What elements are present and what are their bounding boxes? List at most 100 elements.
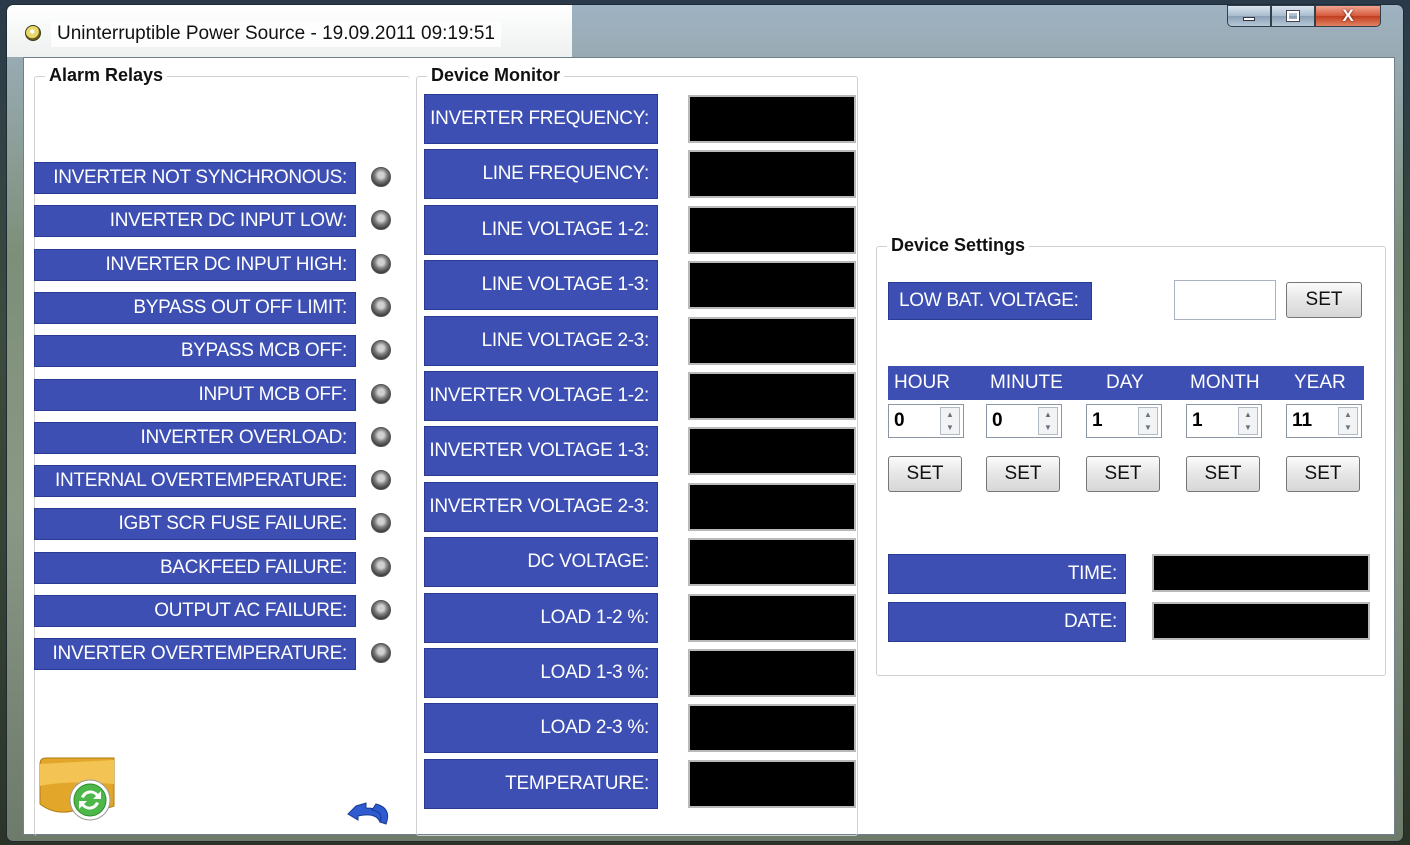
minute-set-button[interactable]: SET [986, 456, 1060, 492]
hour-value[interactable]: 0 [889, 410, 940, 432]
datetime-header: HOUR MINUTE DAY MONTH YEAR [888, 366, 1364, 400]
monitor-label: INVERTER FREQUENCY: [424, 94, 658, 144]
alarm-relay-label: INTERNAL OVERTEMPERATURE: [34, 465, 356, 498]
app-window: Uninterruptible Power Source - 19.09.201… [6, 4, 1404, 842]
spin-arrows[interactable]: ▲ ▼ [1238, 407, 1258, 435]
spin-down-icon[interactable]: ▼ [1244, 423, 1252, 432]
time-label: TIME: [888, 554, 1126, 594]
spin-arrows[interactable]: ▲ ▼ [1338, 407, 1358, 435]
undo-icon[interactable] [346, 800, 396, 828]
alarm-relay-indicator [371, 253, 391, 274]
monitor-value-display [688, 150, 856, 199]
monitor-value-display [688, 538, 856, 587]
monitor-label: INVERTER VOLTAGE 1-3: [424, 426, 658, 477]
app-icon [25, 25, 41, 41]
monitor-value-display [688, 372, 856, 420]
header-day: DAY [1106, 372, 1144, 393]
alarm-relays-title: Alarm Relays [45, 65, 168, 86]
spin-down-icon[interactable]: ▼ [1044, 423, 1052, 432]
monitor-value-display [688, 649, 856, 697]
maximize-icon [1286, 10, 1300, 22]
spin-up-icon[interactable]: ▲ [1344, 410, 1352, 419]
year-set-button[interactable]: SET [1286, 456, 1360, 492]
close-button[interactable]: X [1315, 5, 1381, 27]
alarm-relay-indicator [371, 167, 391, 187]
month-spinner[interactable]: 1 ▲ ▼ [1186, 404, 1262, 438]
spin-down-icon[interactable]: ▼ [1144, 423, 1152, 432]
monitor-label: DC VOLTAGE: [424, 537, 658, 588]
monitor-value-display [688, 205, 856, 254]
alarm-relay-label: INVERTER DC INPUT HIGH: [34, 248, 356, 281]
time-display [1152, 554, 1370, 592]
monitor-label: LINE VOLTAGE 2-3: [424, 315, 658, 366]
spin-arrows[interactable]: ▲ ▼ [1038, 407, 1058, 435]
monitor-value-display [688, 316, 856, 365]
low-bat-set-button[interactable]: SET [1286, 282, 1362, 318]
header-year: YEAR [1294, 372, 1346, 393]
alarm-relay-label: INVERTER DC INPUT LOW: [34, 205, 356, 238]
monitor-label: LOAD 2-3 %: [424, 703, 658, 754]
alarm-relay-indicator [371, 600, 391, 620]
year-value[interactable]: 11 [1287, 410, 1338, 432]
device-monitor-title: Device Monitor [427, 65, 565, 86]
alarm-relay-label: INVERTER NOT SYNCHRONOUS: [34, 162, 356, 194]
alarm-relay-label: BYPASS OUT OFF LIMIT: [34, 291, 356, 324]
monitor-value-display [688, 427, 856, 476]
monitor-label: INVERTER VOLTAGE 1-2: [424, 371, 658, 421]
alarm-relay-label: BYPASS MCB OFF: [34, 335, 356, 368]
header-minute: MINUTE [990, 372, 1063, 393]
day-set-button[interactable]: SET [1086, 456, 1160, 492]
month-set-button[interactable]: SET [1186, 456, 1260, 492]
low-bat-voltage-label: LOW BAT. VOLTAGE: [888, 282, 1092, 320]
alarm-relay-label: INPUT MCB OFF: [34, 378, 356, 411]
day-spinner[interactable]: 1 ▲ ▼ [1086, 404, 1162, 438]
monitor-label: LINE VOLTAGE 1-2: [424, 204, 658, 255]
low-bat-voltage-input[interactable] [1174, 280, 1276, 320]
spin-up-icon[interactable]: ▲ [1044, 410, 1052, 419]
header-month: MONTH [1190, 372, 1260, 393]
minute-spinner[interactable]: 0 ▲ ▼ [986, 404, 1062, 438]
day-value[interactable]: 1 [1087, 410, 1138, 432]
hour-spinner[interactable]: 0 ▲ ▼ [888, 404, 964, 438]
hour-set-button[interactable]: SET [888, 456, 962, 492]
maximize-button[interactable] [1271, 5, 1315, 27]
alarm-relay-indicator [371, 383, 391, 404]
spin-up-icon[interactable]: ▲ [1144, 410, 1152, 419]
spin-up-icon[interactable]: ▲ [946, 410, 954, 419]
alarm-relay-label: INVERTER OVERTEMPERATURE: [34, 638, 356, 671]
monitor-label: LINE VOLTAGE 1-3: [424, 260, 658, 311]
header-hour: HOUR [894, 372, 950, 393]
monitor-value-display [688, 759, 856, 808]
alarm-relay-label: IGBT SCR FUSE FAILURE: [34, 508, 356, 541]
monitor-value-display [688, 261, 856, 310]
refresh-icon[interactable] [38, 756, 118, 826]
minute-value[interactable]: 0 [987, 410, 1038, 432]
window-title: Uninterruptible Power Source - 19.09.201… [51, 21, 501, 47]
alarm-relay-label: BACKFEED FAILURE: [34, 551, 356, 584]
device-settings-title: Device Settings [887, 235, 1030, 256]
window-controls: X [1227, 5, 1381, 27]
monitor-label: LOAD 1-3 %: [424, 648, 658, 698]
monitor-value-display [688, 482, 856, 531]
spin-arrows[interactable]: ▲ ▼ [1138, 407, 1158, 435]
date-label: DATE: [888, 602, 1126, 642]
monitor-value-display [688, 704, 856, 753]
spin-down-icon[interactable]: ▼ [1344, 423, 1352, 432]
alarm-relay-label: INVERTER OVERLOAD: [34, 421, 356, 454]
minimize-icon [1243, 17, 1255, 21]
monitor-value-display [688, 593, 856, 642]
month-value[interactable]: 1 [1187, 410, 1238, 432]
alarm-relay-indicator [371, 296, 391, 317]
monitor-label: INVERTER VOLTAGE 2-3: [424, 481, 658, 532]
title-bar[interactable]: Uninterruptible Power Source - 19.09.201… [7, 5, 1403, 57]
client-area: Alarm Relays Device Monitor Device Setti… [23, 57, 1395, 836]
spin-down-icon[interactable]: ▼ [946, 423, 954, 432]
spin-arrows[interactable]: ▲ ▼ [940, 407, 960, 435]
year-spinner[interactable]: 11 ▲ ▼ [1286, 404, 1362, 438]
alarm-relay-label: OUTPUT AC FAILURE: [34, 595, 356, 627]
monitor-label: TEMPERATURE: [424, 758, 658, 809]
minimize-button[interactable] [1227, 5, 1271, 27]
spin-up-icon[interactable]: ▲ [1244, 410, 1252, 419]
alarm-relay-indicator [371, 556, 391, 577]
monitor-value-display [688, 95, 856, 143]
